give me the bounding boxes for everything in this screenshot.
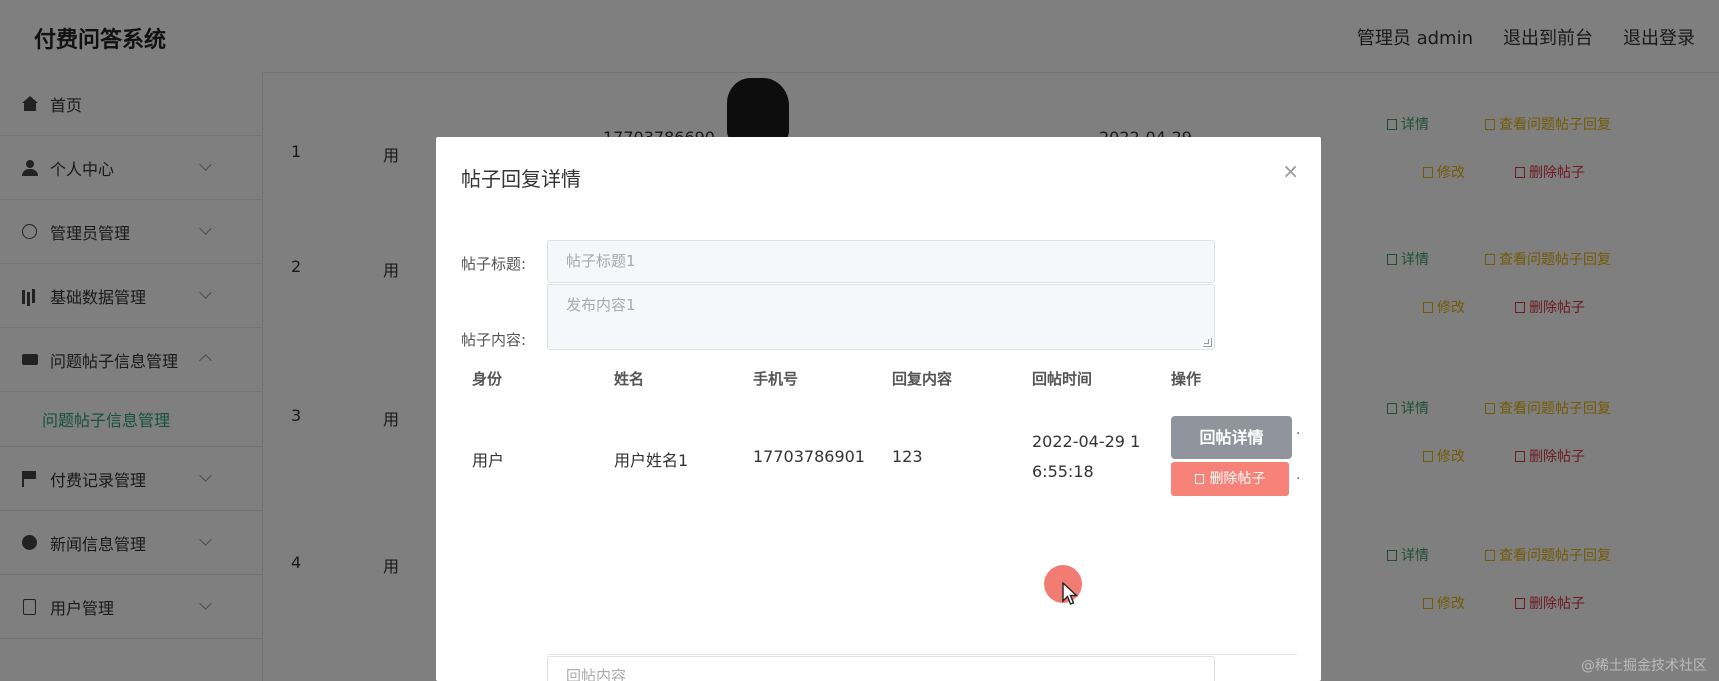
post-content-text: 发布内容1	[566, 296, 636, 314]
reply-content: 123	[892, 447, 923, 466]
post-content-label: 帖子内容:	[461, 331, 527, 349]
close-icon[interactable]: ×	[1282, 159, 1299, 183]
trash-icon	[1194, 474, 1204, 484]
reply-time-line1: 2022-04-29 1	[1032, 432, 1141, 451]
post-content-field[interactable]: 发布内容1	[547, 284, 1215, 350]
watermark: @稀土掘金技术社区	[1581, 658, 1707, 674]
reply-content-input[interactable]: 回帖内容	[547, 656, 1215, 681]
divider	[547, 654, 1297, 655]
column-header-reply-content: 回复内容	[892, 370, 953, 388]
post-title-label: 帖子标题:	[461, 255, 527, 273]
reply-detail-button[interactable]: 回帖详情	[1171, 416, 1292, 459]
delete-post-button[interactable]: 删除帖子	[1171, 462, 1289, 496]
reply-identity: 用户	[472, 451, 505, 470]
reply-name: 用户姓名1	[614, 451, 689, 470]
resize-handle-icon[interactable]	[1203, 338, 1212, 347]
column-header-reply-time: 回帖时间	[1032, 370, 1093, 388]
reply-time-line2: 6:55:18	[1032, 462, 1094, 481]
mouse-cursor-icon	[1062, 582, 1079, 605]
column-header-name: 姓名	[614, 370, 645, 388]
column-header-phone: 手机号	[753, 370, 799, 388]
post-title-field[interactable]: 帖子标题1	[547, 240, 1215, 283]
overflow-dot: .	[1296, 422, 1301, 438]
reply-phone: 17703786901	[753, 447, 865, 466]
overflow-dot: .	[1296, 467, 1301, 483]
column-header-actions: 操作	[1171, 370, 1202, 388]
modal-title: 帖子回复详情	[461, 167, 581, 191]
delete-post-label: 删除帖子	[1209, 471, 1266, 487]
reply-detail-modal: 帖子回复详情 × 帖子标题: 帖子标题1 帖子内容: 发布内容1 身份 姓名 手…	[436, 137, 1321, 681]
column-header-identity: 身份	[472, 370, 503, 388]
